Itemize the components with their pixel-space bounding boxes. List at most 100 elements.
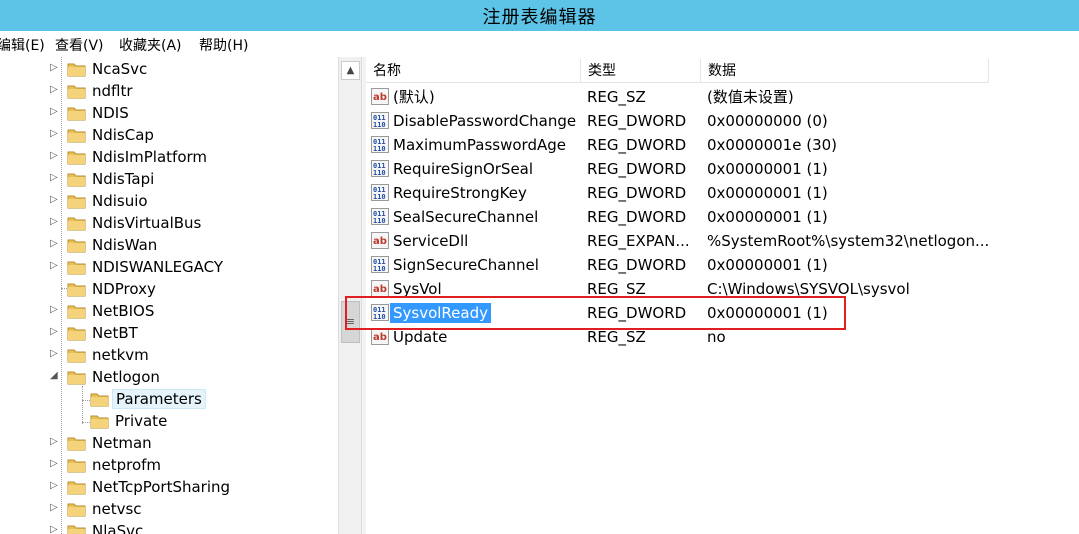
folder-icon xyxy=(67,479,87,495)
value-row[interactable]: 011 110 RequireSignOrSeal REG_DWORD 0x000000… xyxy=(366,157,1079,181)
binary-value-icon: 011 110 xyxy=(371,184,389,201)
tree-item-label: NdisVirtualBus xyxy=(92,214,202,232)
expand-arrow-icon[interactable]: ▷ xyxy=(50,348,62,360)
value-data: 0x00000001 (1) xyxy=(707,160,828,178)
value-row[interactable]: 011 110 RequireStrongKey REG_DWORD 0x0000000… xyxy=(366,181,1079,205)
binary-value-icon: 011 110 xyxy=(371,112,389,129)
folder-icon xyxy=(67,149,87,165)
tree-item-label: Netlogon xyxy=(92,368,160,386)
folder-icon xyxy=(67,193,87,209)
tree-item[interactable]: ▷ netprofm xyxy=(0,454,338,476)
tree-item[interactable]: ▷ NetBIOS xyxy=(0,300,338,322)
expand-arrow-icon[interactable]: ▷ xyxy=(50,128,62,140)
tree-item[interactable]: ▷ NdisImPlatform xyxy=(0,146,338,168)
expand-arrow-icon[interactable]: ▷ xyxy=(50,304,62,316)
collapse-arrow-icon[interactable]: ◢ xyxy=(50,370,62,382)
highlight-box xyxy=(345,296,846,330)
value-data: 0x0000001e (30) xyxy=(707,136,838,154)
column-header-type[interactable]: 类型 xyxy=(581,59,701,83)
value-type: REG_DWORD xyxy=(587,112,687,130)
expand-arrow-icon[interactable]: ▷ xyxy=(50,436,62,448)
folder-icon xyxy=(67,281,87,297)
expand-arrow-icon[interactable]: ▷ xyxy=(50,62,62,74)
folder-icon xyxy=(67,237,87,253)
binary-value-icon: 011 110 xyxy=(371,208,389,225)
value-row[interactable]: ab ServiceDll REG_EXPAN... %SystemRoot%\sys… xyxy=(366,229,1079,253)
column-header-name[interactable]: 名称 xyxy=(366,59,581,83)
value-name: SignSecureChannel xyxy=(393,256,539,274)
expand-arrow-icon[interactable]: ▷ xyxy=(50,502,62,514)
expand-arrow-icon[interactable]: ▷ xyxy=(50,458,62,470)
tree-item-label: NDProxy xyxy=(92,280,156,298)
expand-arrow-icon[interactable]: ▷ xyxy=(50,172,62,184)
tree-item[interactable]: ▷ ndfltr xyxy=(0,80,338,102)
tree-item[interactable]: ▷ NdisWan xyxy=(0,234,338,256)
tree-item[interactable]: ▷ NdisVirtualBus xyxy=(0,212,338,234)
tree-item[interactable]: ▷ Ndisuio xyxy=(0,190,338,212)
tree-item[interactable]: ▷ netvsc xyxy=(0,498,338,520)
tree-item-label: Parameters xyxy=(112,389,206,409)
expand-arrow-icon[interactable]: ▷ xyxy=(50,216,62,228)
folder-icon xyxy=(67,105,87,121)
svg-text:110: 110 xyxy=(373,169,386,177)
value-type: REG_DWORD xyxy=(587,160,687,178)
expand-arrow-icon[interactable]: ▷ xyxy=(50,260,62,272)
tree-item[interactable]: ▷ netkvm xyxy=(0,344,338,366)
key-tree[interactable]: ▷ NcaSvc ▷ ndfltr ▷ NDIS ▷ NdisCap ▷ NdisImPlatfo… xyxy=(0,57,338,534)
tree-item-label: NDISWANLEGACY xyxy=(92,258,224,276)
value-row[interactable]: 011 110 SealSecureChannel REG_DWORD 0x000000… xyxy=(366,205,1079,229)
expand-arrow-icon[interactable]: ▷ xyxy=(50,150,62,162)
value-data: 0x00000001 (1) xyxy=(707,208,828,226)
tree-item[interactable]: ▷ NDIS xyxy=(0,102,338,124)
svg-text:110: 110 xyxy=(373,193,386,201)
svg-text:ab: ab xyxy=(373,236,387,247)
tree-item[interactable]: ▷ NetTcpPortSharing xyxy=(0,476,338,498)
value-row[interactable]: 011 110 DisablePasswordChange REG_DWORD 0x00… xyxy=(366,109,1079,133)
expand-arrow-icon[interactable]: ▷ xyxy=(50,326,62,338)
expand-arrow-icon[interactable]: ▷ xyxy=(50,194,62,206)
column-header-data[interactable]: 数据 xyxy=(701,59,989,83)
folder-icon xyxy=(67,215,87,231)
string-value-icon: ab xyxy=(371,280,389,297)
scroll-up-button[interactable]: ▲ xyxy=(341,61,360,80)
expand-arrow-icon[interactable]: ▷ xyxy=(50,524,62,534)
expand-arrow-icon[interactable]: ▷ xyxy=(50,480,62,492)
tree-item[interactable]: NDProxy xyxy=(0,278,338,300)
window-title: 注册表编辑器 xyxy=(482,7,597,28)
tree-item-label: NdisCap xyxy=(92,126,154,144)
value-data: (数值未设置) xyxy=(707,88,794,106)
folder-icon xyxy=(67,61,87,77)
tree-item[interactable]: ▷ NcaSvc xyxy=(0,58,338,80)
value-row[interactable]: ab (默认) REG_SZ (数值未设置) xyxy=(366,85,1079,109)
value-name: Update xyxy=(393,328,448,346)
menu-edit[interactable]: 编辑(E) xyxy=(0,35,45,55)
value-name: (默认) xyxy=(393,88,435,106)
value-data: 0x00000001 (1) xyxy=(707,184,828,202)
binary-value-icon: 011 110 xyxy=(371,256,389,273)
tree-item[interactable]: ▷ NdisTapi xyxy=(0,168,338,190)
tree-item[interactable]: ▷ NetBT xyxy=(0,322,338,344)
tree-item[interactable]: ▷ Netman xyxy=(0,432,338,454)
expand-arrow-icon[interactable]: ▷ xyxy=(50,84,62,96)
menu-view[interactable]: 查看(V) xyxy=(55,35,104,55)
expand-arrow-icon[interactable]: ▷ xyxy=(50,238,62,250)
tree-item[interactable]: Parameters xyxy=(0,388,338,410)
value-name: ServiceDll xyxy=(393,232,469,250)
tree-item[interactable]: Private xyxy=(0,410,338,432)
tree-item[interactable]: ▷ NdisCap xyxy=(0,124,338,146)
menu-help[interactable]: 帮助(H) xyxy=(199,35,248,55)
value-type: REG_DWORD xyxy=(587,256,687,274)
tree-item-label: NdisWan xyxy=(92,236,158,254)
value-name: RequireStrongKey xyxy=(393,184,527,202)
tree-item[interactable]: ◢ Netlogon xyxy=(0,366,338,388)
expand-arrow-icon[interactable]: ▷ xyxy=(50,106,62,118)
value-row[interactable]: 011 110 MaximumPasswordAge REG_DWORD 0x00000… xyxy=(366,133,1079,157)
tree-item-label: Private xyxy=(115,412,168,430)
value-row[interactable]: 011 110 SignSecureChannel REG_DWORD 0x000000… xyxy=(366,253,1079,277)
folder-open-icon xyxy=(90,391,110,407)
tree-item[interactable]: ▷ NDISWANLEGACY xyxy=(0,256,338,278)
binary-value-icon: 011 110 xyxy=(371,136,389,153)
menu-favorites[interactable]: 收藏夹(A) xyxy=(119,35,182,55)
tree-item[interactable]: ▷ NlaSvc xyxy=(0,520,338,534)
string-value-icon: ab xyxy=(371,88,389,105)
